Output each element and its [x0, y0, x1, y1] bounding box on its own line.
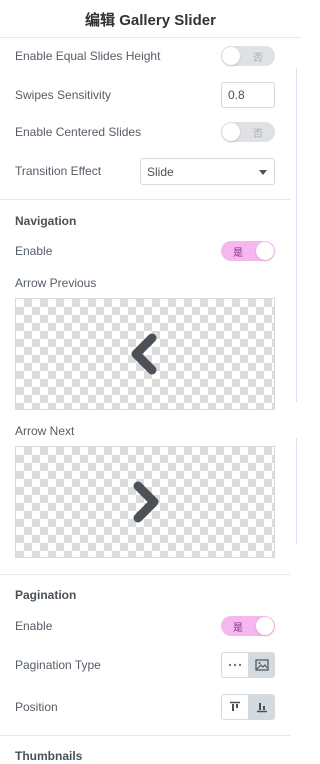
centered-label: Enable Centered Slides — [15, 125, 142, 139]
pagination-title: Pagination — [15, 588, 77, 602]
switch-state-text: 否 — [253, 128, 263, 140]
switch-state-text: 是 — [233, 247, 243, 259]
section-divider — [0, 574, 290, 575]
equal-height-switch[interactable]: 否 — [221, 46, 275, 66]
section-divider — [0, 735, 290, 736]
editor-panel: 编辑 Gallery Slider Enable Equal Slides He… — [0, 0, 301, 764]
position-toggle — [221, 694, 275, 720]
pagination-type-dots-button[interactable] — [222, 653, 248, 677]
centered-row: Enable Centered Slides 否 — [15, 120, 275, 144]
navigation-enable-label: Enable — [15, 244, 53, 258]
pagination-type-toggle — [221, 652, 275, 678]
thumbnails-title: Thumbnails — [15, 749, 83, 763]
position-top-button[interactable] — [222, 695, 248, 719]
section-divider — [0, 199, 290, 200]
arrow-next-media[interactable] — [15, 446, 275, 558]
transition-label: Transition Effect — [15, 164, 102, 178]
navigation-title: Navigation — [15, 214, 77, 228]
switch-knob — [256, 242, 274, 260]
chevron-right-icon — [133, 481, 159, 523]
switch-knob — [256, 617, 274, 635]
swipes-label: Swipes Sensitivity — [15, 88, 112, 102]
arrow-next-label: Arrow Next — [15, 424, 75, 438]
position-row: Position — [15, 693, 275, 721]
align-bottom-icon — [256, 703, 267, 713]
navigation-enable-switch[interactable]: 是 — [221, 241, 275, 261]
switch-state-text: 是 — [233, 622, 243, 634]
arrow-previous-label: Arrow Previous — [15, 276, 97, 290]
pagination-enable-switch[interactable]: 是 — [221, 616, 275, 636]
dots-icon — [228, 663, 242, 667]
position-bottom-button[interactable] — [248, 695, 274, 719]
pagination-type-label: Pagination Type — [15, 658, 101, 672]
switch-knob — [222, 47, 240, 65]
pagination-enable-label: Enable — [15, 619, 53, 633]
panel-title: 编辑 Gallery Slider — [85, 12, 216, 29]
equal-height-label: Enable Equal Slides Height — [15, 49, 161, 63]
centered-switch[interactable]: 否 — [221, 122, 275, 142]
navigation-enable-row: Enable 是 — [15, 239, 275, 263]
pagination-enable-row: Enable 是 — [15, 614, 275, 638]
right-edge-line — [296, 68, 297, 402]
transition-select-value: Slide — [147, 164, 174, 179]
position-label: Position — [15, 700, 58, 714]
align-top-icon — [230, 701, 240, 711]
image-icon — [254, 659, 269, 671]
transition-select[interactable]: Slide — [140, 158, 275, 185]
pagination-type-row: Pagination Type — [15, 651, 275, 679]
panel-header: 编辑 Gallery Slider — [0, 0, 301, 38]
caret-down-icon — [259, 170, 267, 175]
arrow-previous-media[interactable] — [15, 298, 275, 410]
swipes-input[interactable]: 0.8 — [221, 82, 275, 108]
switch-knob — [222, 123, 240, 141]
swipes-row: Swipes Sensitivity 0.8 — [15, 82, 275, 108]
pagination-type-image-button[interactable] — [248, 653, 274, 677]
equal-height-row: Enable Equal Slides Height 否 — [15, 44, 275, 68]
chevron-left-icon — [131, 333, 157, 375]
right-edge-line — [296, 438, 297, 544]
switch-state-text: 否 — [253, 52, 263, 64]
